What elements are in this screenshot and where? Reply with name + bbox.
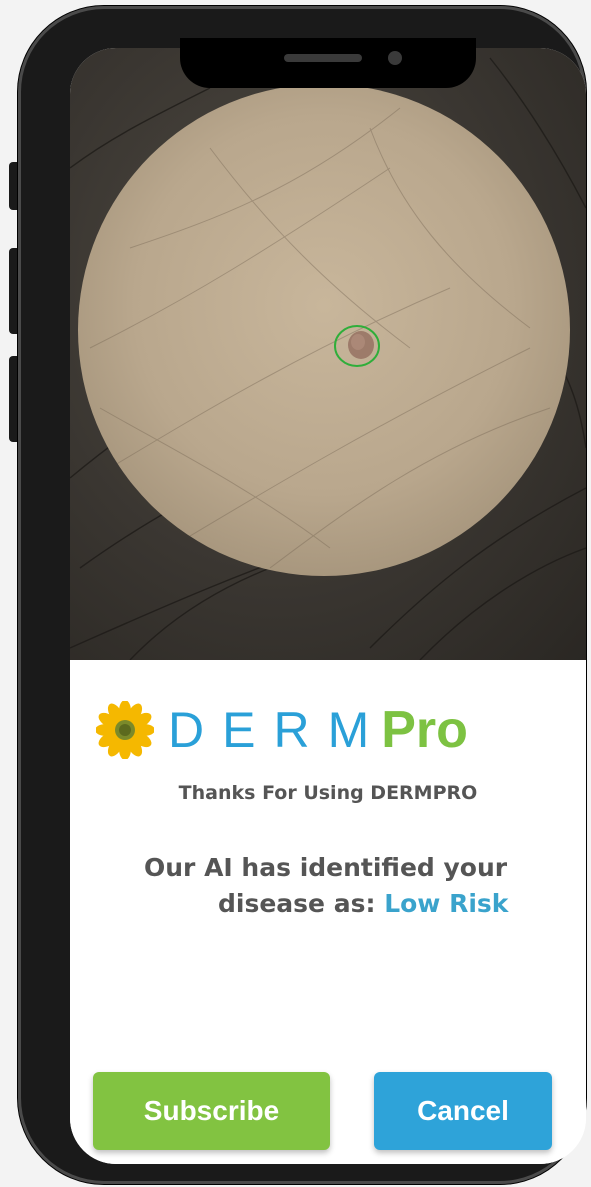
camera-photo [70,48,586,660]
phone-screen: DERM Pro Thanks For Using DERMPRO Our AI… [70,48,586,1164]
front-camera [388,51,402,65]
phone-frame: DERM Pro Thanks For Using DERMPRO Our AI… [18,6,586,1184]
subscribe-button[interactable]: Subscribe [93,1072,330,1150]
sunflower-icon [96,701,154,759]
mockup-stage: DERM Pro Thanks For Using DERMPRO Our AI… [0,0,591,1187]
result-line-1: Our AI has identified your [144,853,508,882]
risk-level: Low Risk [384,889,509,918]
phone-notch [180,38,476,88]
result-prefix: disease as: [218,889,376,918]
speaker-grille [284,54,362,62]
derm-pro-logo: DERM Pro [96,700,566,760]
diagnosis-result: Our AI has identified your disease as: L… [144,850,544,922]
cancel-button[interactable]: Cancel [374,1072,552,1150]
thanks-message: Thanks For Using DERMPRO [178,782,478,804]
brand-pro-text: Pro [381,701,468,759]
brand-derm-text: DERM [168,702,388,758]
result-panel: DERM Pro Thanks For Using DERMPRO Our AI… [70,660,586,1164]
result-line-2: disease as: Low Risk [144,886,544,922]
skin-photo-graphic [70,57,586,660]
